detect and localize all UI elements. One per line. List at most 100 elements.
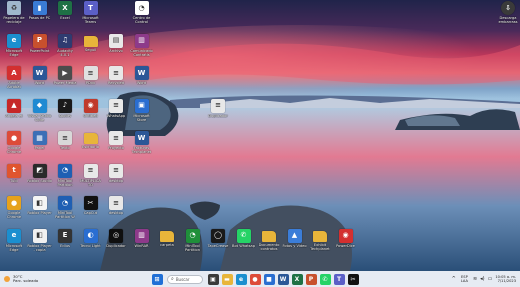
document-icon: ≡ [109,66,123,80]
desktop-shortcut[interactable]: ◧ Roblox Player [27,196,53,219]
text-file-icon: ≡ [58,131,72,145]
desktop-shortcut[interactable]: t Tubi [1,163,27,187]
desktop-shortcut[interactable]: ≡ desktop [103,196,129,219]
desktop-shortcut[interactable]: ● Google Chrome [1,196,27,219]
chrome-icon[interactable]: ● [249,273,261,285]
desktop-shortcut[interactable]: ✆ Bot Whatsap [231,228,257,252]
roblox-studio-icon: ◩ [32,163,47,178]
desktop-shortcut[interactable]: T Microsoft Teams [78,1,104,24]
desktop-shortcut[interactable]: ◉ Untitled [78,98,104,122]
desktop-shortcut-label: Microsoft Store [133,113,150,122]
desktop-shortcut[interactable]: Seguil [78,34,104,56]
desktop-shortcut[interactable]: ≡ WhatsApp [103,98,129,122]
desktop-shortcut[interactable]: ≡ desktop [103,163,129,187]
desktop-shortcut[interactable]: P PowerPoint [27,33,53,57]
media-icon: ▶ [58,66,72,80]
teams-icon[interactable]: T [333,273,345,285]
roblox-player-icon: ◧ [32,228,47,243]
desktop-shortcut[interactable]: ▦ Panel [27,131,53,154]
folder-icon [160,230,174,242]
app-icon: ◉ [338,228,353,243]
desktop-shortcut[interactable]: E Edius [52,228,78,252]
desktop-shortcut[interactable]: e Microsoft Edge [1,228,27,252]
desktop-shortcut[interactable]: ≡ MULTIPLICA TO [78,163,104,187]
angela-app-icon: ▲ [7,98,21,113]
desktop-shortcut[interactable]: ◐ Tecno Light [78,228,104,252]
edge-icon[interactable]: e [235,273,247,285]
desktop-shortcut-label: WinRAR [134,243,149,248]
desktop-shortcut[interactable]: ♪ Spotify [52,98,78,122]
desktop-shortcut[interactable]: ✂ CapCut [78,196,104,219]
vscode-icon: ◆ [32,98,47,113]
desktop-shortcut[interactable]: ◔ MiniTool Partition [180,228,206,252]
app-icon: ♪ [58,98,72,113]
desktop-shortcut[interactable]: ◆ Visual Studio Code [27,98,53,122]
desktop-shortcut[interactable]: ◯ TapeCrease [205,228,231,252]
desktop-shortcut-label: Papelera de reciclaje [3,16,25,25]
search-placeholder: Buscar [175,276,190,282]
file-explorer-icon[interactable]: ▬ [221,273,233,285]
word-icon[interactable]: W [277,273,289,285]
desktop-shortcut[interactable]: ▶ Power Media [52,66,78,89]
desktop-shortcut[interactable]: W Word [27,66,53,89]
desktop-shortcut[interactable]: ◔ MiniTool Partition W [52,196,78,219]
desktop-shortcut[interactable]: ≡ Texto [52,131,78,154]
desktop-shortcut[interactable]: ◎ Duplicador [103,228,129,252]
desktop-shortcut-label: Roblox Player [27,211,52,215]
desktop-shortcut[interactable]: ▥ Comunicado Contratis [129,33,155,57]
download-app-icon: ⇩ [501,1,515,15]
volume-icon[interactable]: ◂) [480,276,484,282]
desktop-shortcut[interactable]: ▤ Archivo [103,33,129,57]
minitool-icon: ◔ [58,196,72,210]
capcut-icon[interactable]: ✂ [347,273,359,285]
desktop-shortcut[interactable]: W Word [129,66,155,89]
desktop-shortcut[interactable]: Documento contratos [256,229,282,251]
recycle-bin-icon: ♻ [7,1,21,15]
desktop-shortcut-label: Roblox Player - copia [27,243,52,252]
top-right-shortcut[interactable]: ⇩ Descarga embarrassment [497,1,519,24]
desktop-shortcut[interactable]: ▣ Microsoft Store [129,98,155,122]
word-icon: W [134,66,149,80]
clock[interactable]: 10:05 a. m. 7/11/2023 [495,275,516,284]
app-icon: ◐ [83,228,98,243]
language-indicator[interactable]: ESP LAA [461,275,468,283]
desktop-shortcut[interactable]: ◩ Roblox Studio [27,163,53,187]
edge-icon: e [7,228,21,243]
desktop-shortcut[interactable]: ▲ Angela et [1,98,27,122]
desktop-shortcut[interactable]: ≡ Recycled [103,66,129,89]
desktop-shortcut[interactable]: carpeta [154,229,180,251]
weather-widget[interactable]: 30°C Parc. soleado [0,274,74,284]
desktop-shortcut[interactable]: e Microsoft Edge [1,33,27,57]
desktop-shortcut[interactable]: ≡ Proyecto [103,131,129,154]
battery-icon[interactable]: ▭ [488,276,493,282]
excel-icon[interactable]: X [291,273,303,285]
desktop-shortcut[interactable]: ▮ Pasos de PC [27,1,53,24]
desktop-shortcut[interactable]: ◧ Roblox Player - copia [27,228,53,252]
desktop-shortcut[interactable]: ◔ Centro de Control [129,1,155,24]
folder-icon [262,230,276,242]
whatsapp-icon[interactable]: ✆ [319,273,331,285]
desktop-shortcut[interactable]: ● Google Chrome [1,131,27,154]
desktop-shortcut[interactable]: ◉ PowerDice [333,228,359,252]
desktop-shortcut[interactable]: ≡ Duplicador [205,98,231,122]
desktop-shortcut[interactable]: W Facturas Techplanet [129,131,155,154]
powerpoint-icon[interactable]: P [305,273,317,285]
task-view-icon[interactable]: ▣ [207,273,219,285]
desktop-shortcut[interactable]: ≡ PDxx [78,66,104,89]
desktop-shortcut[interactable]: X Excel [52,1,78,24]
desktop-shortcut[interactable]: Escritorio [78,131,104,153]
taskbar-search-box[interactable]: ⌕ Buscar [167,274,203,284]
desktop-shortcut[interactable]: ▥ WinRAR [129,228,155,252]
desktop-shortcut[interactable]: Exhibit Techplanet [307,229,333,251]
desktop-shortcut[interactable]: ♻ Papelera de reciclaje [1,1,27,24]
chevron-up-icon[interactable]: ^ [452,276,456,282]
desktop-shortcut-label: PowerPoint [29,48,50,53]
wifi-icon[interactable]: ≋ [473,276,477,282]
desktop-shortcut[interactable]: A Adobe Acrobat [1,66,27,89]
store-icon[interactable]: ■ [263,273,275,285]
document-icon: W [134,131,149,145]
desktop-shortcut[interactable]: ♫ Audacity 4.0.1 [52,33,78,57]
windows-start-icon[interactable]: ⊞ [151,273,163,285]
desktop-shortcut[interactable]: ▲ Fotos y Video [282,228,308,252]
desktop-shortcut[interactable]: ◔ MiniTool Partition [52,163,78,187]
